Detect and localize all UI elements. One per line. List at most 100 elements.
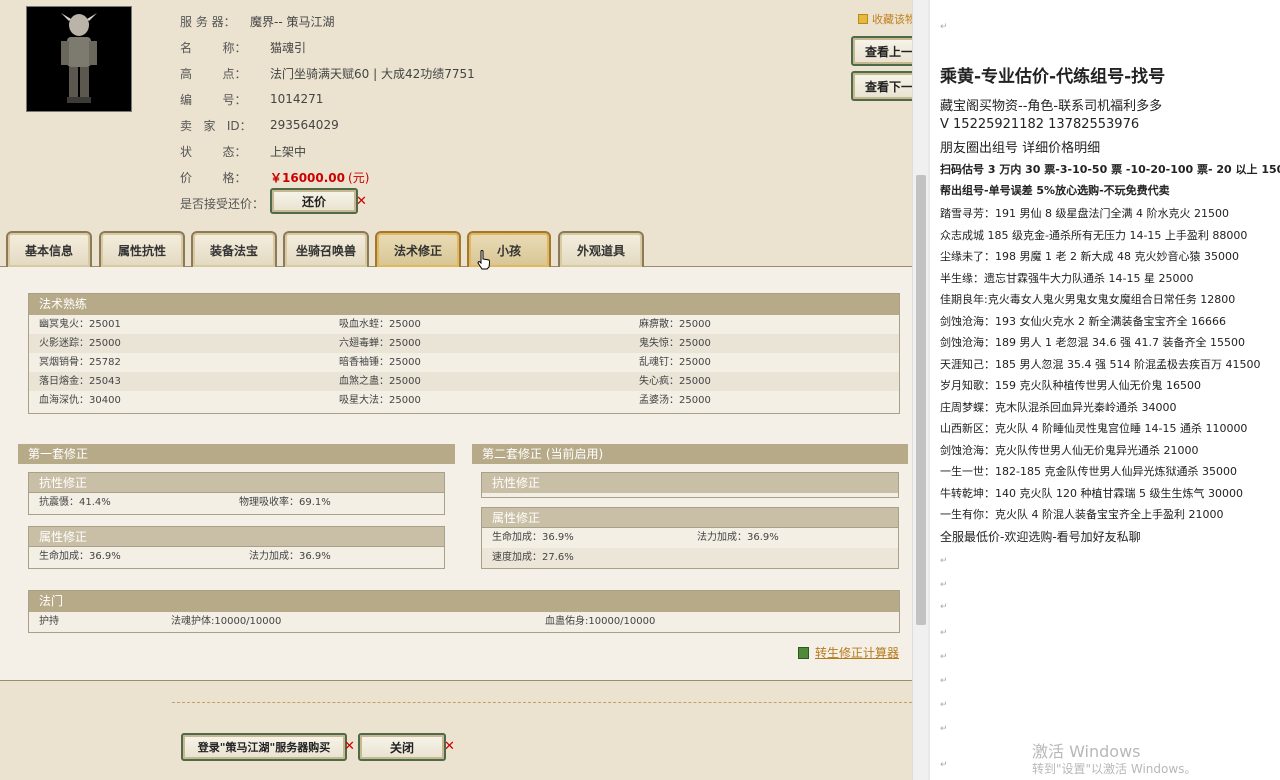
tab-mounts-summons[interactable]: 坐骑召唤兽 <box>283 231 369 267</box>
status-value: 上架中 <box>270 144 307 159</box>
mastery-cell: 落日熔金：25043 <box>39 376 121 387</box>
set1-resist-value-2: 物理吸收率：69.1% <box>239 497 331 508</box>
highlight-label: 高 点： <box>180 66 247 81</box>
price-value: ￥16000.00 <box>270 170 346 185</box>
id-value: 1014271 <box>270 92 324 106</box>
document-bold-line: 扫码估号 3 万内 30 票-3-10-50 票 -10-20-100 票- 2… <box>940 163 1280 176</box>
login-buy-button[interactable]: 登录"策马江湖"服务器购买 <box>181 733 347 761</box>
listing-line: 佳期良年:克火毒女人鬼火男鬼女鬼女魔组合日常任务 12800 <box>940 293 1236 306</box>
set2-resist-title: 抗性修正 <box>482 473 898 493</box>
set1-resist-title: 抗性修正 <box>29 473 444 493</box>
listing-line: 剑蚀沧海：193 女仙火克水 2 新全满装备宝宝齐全 16666 <box>940 314 1226 328</box>
tab-attributes[interactable]: 属性抗性 <box>99 231 185 267</box>
listing-line: 庄周梦蝶：克木队混杀回血异光秦岭通杀 34000 <box>940 400 1177 414</box>
paragraph-mark: ↵ <box>940 556 948 566</box>
vertical-scrollbar[interactable] <box>912 0 928 780</box>
document-bold-line: 帮出组号-单号误差 5%放心选购-不玩免费代卖 <box>940 184 1170 197</box>
listing-line: 山西新区：克火队 4 阶睡仙灵性鬼宫位睡 14-15 通杀 110000 <box>940 422 1248 435</box>
set1-resist-value-1: 抗震慑：41.4% <box>39 497 111 508</box>
mastery-cell: 麻痹散：25000 <box>639 319 711 330</box>
scrollbar-thumb[interactable] <box>916 175 926 625</box>
listing-line: 牛转乾坤：140 克火队 120 种植甘霖瑞 5 级生生炼气 30000 <box>940 486 1243 500</box>
set2-title: 第二套修正 (当前启用) <box>472 444 908 464</box>
listing-line: 众志成城 185 级克金-通杀所有无压力 14-15 上手盈利 88000 <box>940 228 1248 242</box>
paragraph-mark: ↵ <box>940 724 948 734</box>
sect-value-3: 血蛊佑身:10000/10000 <box>545 616 656 627</box>
bargain-button[interactable]: 还价 <box>270 188 358 214</box>
sect-value-2: 法魂护体:10000/10000 <box>171 616 282 627</box>
document-closing: 全服最低价-欢迎选购-看号加好友私聊 <box>940 530 1141 544</box>
document-line: 藏宝阁买物资--角色-联系司机福利多多 <box>940 99 1163 114</box>
mastery-cell: 鬼失惊：25000 <box>639 338 711 349</box>
paragraph-mark: ↵ <box>940 676 948 686</box>
mastery-row: 火影迷踪：25000 六翅毒蝉：25000 鬼失惊：25000 <box>29 334 899 353</box>
activate-windows-hint: 转到"设置"以激活 Windows。 <box>1032 762 1197 776</box>
character-portrait <box>26 6 132 112</box>
set1-title: 第一套修正 <box>18 444 455 464</box>
set1-attr-value-1: 生命加成：36.9% <box>39 551 121 562</box>
view-prev-button[interactable]: 查看上一 <box>851 36 912 66</box>
price-label: 价 格： <box>180 170 247 185</box>
spell-mastery-title: 法术熟练 <box>29 294 899 315</box>
status-label: 状 态： <box>180 144 247 159</box>
character-figure-icon <box>61 13 97 103</box>
set1-attr-value-2: 法力加成：36.9% <box>249 551 331 562</box>
hand-cursor-icon <box>477 250 490 270</box>
price-unit: (元) <box>348 170 370 185</box>
tab-equipment[interactable]: 装备法宝 <box>191 231 277 267</box>
highlight-value: 法门坐骑满天赋60 | 大成42功绩7751 <box>270 66 475 81</box>
favorite-icon <box>858 14 868 24</box>
mastery-cell: 冥烟销骨：25782 <box>39 357 121 368</box>
close-x-icon: ✕ <box>444 739 455 754</box>
mastery-cell: 孟婆汤：25000 <box>639 395 711 406</box>
item-detail-panel: 服 务 器： 魔界-- 策马江湖 名 称： 猫魂引 高 点： 法门坐骑满天赋60 | … <box>0 0 912 780</box>
mastery-cell: 暗香袖锤：25000 <box>339 357 421 368</box>
mastery-cell: 乱魂钉：25000 <box>639 357 711 368</box>
paragraph-mark: ↵ <box>940 628 948 638</box>
tab-spell-correction[interactable]: 法术修正 <box>375 231 461 267</box>
listing-line: 尘缘未了：198 男魔 1 老 2 新大成 48 克火妙音心猿 35000 <box>940 250 1239 263</box>
mastery-cell: 血煞之蛊：25000 <box>339 376 421 387</box>
paragraph-mark: ↵ <box>940 602 948 612</box>
close-button[interactable]: 关闭 <box>358 733 446 761</box>
dashed-divider <box>172 702 912 703</box>
paragraph-mark: ↵ <box>940 652 948 662</box>
listing-line: 半生缘：遗忘甘霖强牛大力队通杀 14-15 星 25000 <box>940 271 1194 285</box>
paragraph-mark: ↵ <box>940 580 948 590</box>
paragraph-mark: ↵ <box>940 700 948 710</box>
listing-line: 剑蚀沧海：189 男人 1 老忽混 34.6 强 41.7 装备齐全 15500 <box>940 336 1245 349</box>
favorite-link[interactable]: 收藏该物 <box>858 11 912 27</box>
document-line: V 15225921182 13782553976 <box>940 117 1140 132</box>
spell-mastery-box: 法术熟练 幽冥鬼火：25001 吸血水蛭：25000 麻痹散：25000 火影迷踪：2… <box>28 293 900 414</box>
listing-line: 踏雪寻芳：191 男仙 8 级星盘法门全满 4 阶水克火 21500 <box>940 207 1229 220</box>
mastery-row: 落日熔金：25043 血煞之蛊：25000 失心疯：25000 <box>29 372 899 391</box>
mastery-row: 血海深仇：30400 吸星大法：25000 孟婆汤：25000 <box>29 391 899 410</box>
listing-line: 岁月知歌：159 克火队种植传世男人仙无价鬼 16500 <box>940 379 1201 392</box>
id-label: 编 号： <box>180 92 247 107</box>
server-value: 魔界-- 策马江湖 <box>250 14 335 29</box>
listing-line: 一生有你：克火队 4 阶混人装备宝宝齐全上手盈利 21000 <box>940 508 1224 521</box>
mastery-cell: 火影迷踪：25000 <box>39 338 121 349</box>
set2-attr-box: 属性修正 生命加成：36.9% 法力加成：36.9% 速度加成：27.6% <box>481 507 899 569</box>
sect-title: 法门 <box>29 591 899 612</box>
paragraph-mark: ↵ <box>940 760 948 770</box>
set2-attr-value-1: 生命加成：36.9% <box>492 532 574 543</box>
item-info: 服 务 器： 魔界-- 策马江湖 名 称： 猫魂引 高 点： 法门坐骑满天赋60 | … <box>180 8 475 216</box>
seller-label: 卖 家 ID： <box>180 118 252 133</box>
mastery-cell: 幽冥鬼火：25001 <box>39 319 121 330</box>
set1-attr-title: 属性修正 <box>29 527 444 547</box>
bargain-label: 是否接受还价： <box>180 196 265 211</box>
set2-attr-value-3: 速度加成：27.6% <box>492 552 574 563</box>
set2-attr-value-2: 法力加成：36.9% <box>697 532 779 543</box>
set1-attr-box: 属性修正 生命加成：36.9% 法力加成：36.9% <box>28 526 445 569</box>
document-line: 朋友圈出组号 详细价格明细 <box>940 141 1101 156</box>
name-value: 猫魂引 <box>270 40 307 55</box>
view-next-button[interactable]: 查看下一 <box>851 71 912 101</box>
sect-box: 法门 护持 法魂护体:10000/10000 血蛊佑身:10000/10000 <box>28 590 900 633</box>
mastery-cell: 血海深仇：30400 <box>39 395 121 406</box>
set2-resist-box: 抗性修正 <box>481 472 899 498</box>
calculator-link[interactable]: 转生修正计算器 <box>798 644 899 661</box>
tab-appearance[interactable]: 外观道具 <box>558 231 644 267</box>
seller-value: 293564029 <box>270 118 339 132</box>
tab-basic-info[interactable]: 基本信息 <box>6 231 92 267</box>
